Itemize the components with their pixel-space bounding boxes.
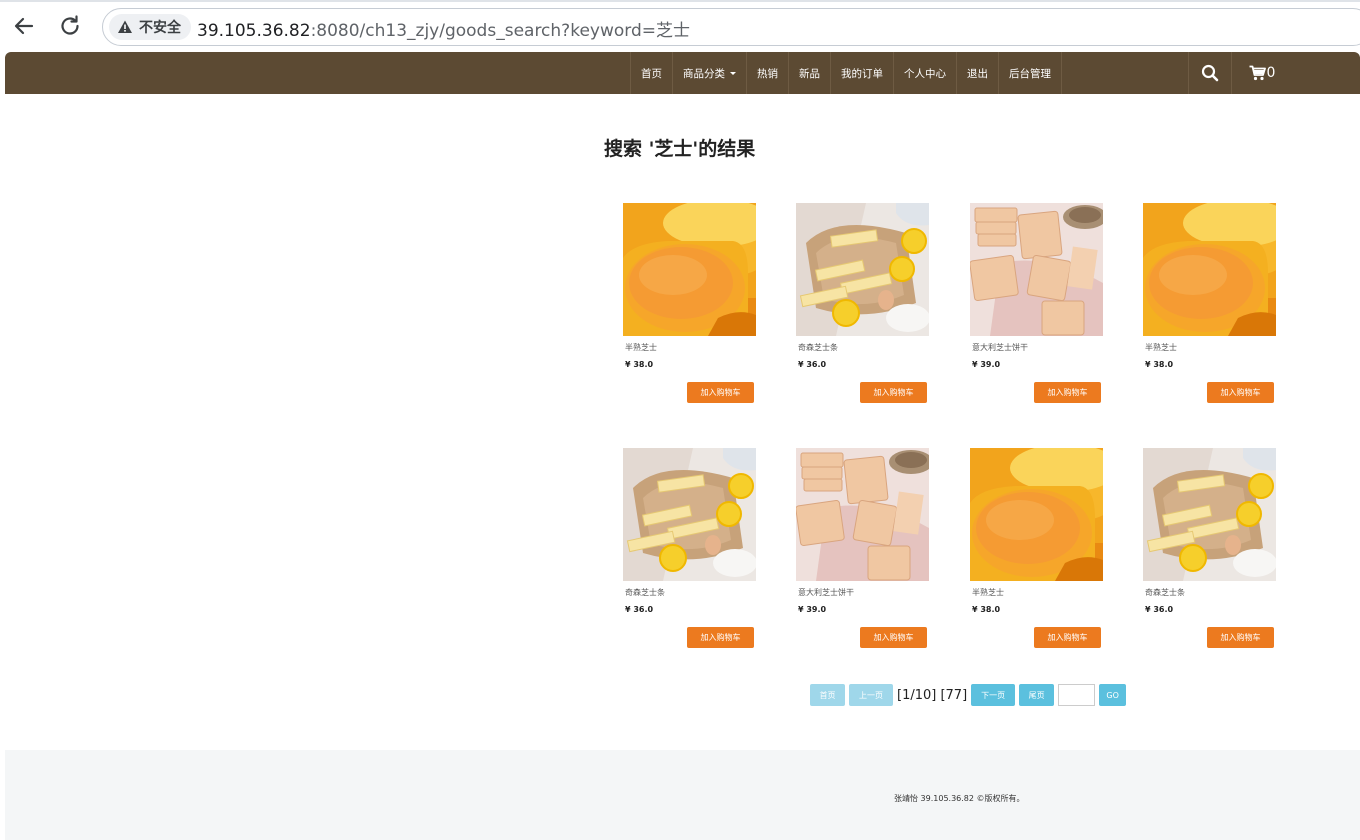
url-path: :8080/ch13_zjy/goods_search?keyword=芝士	[310, 21, 690, 41]
add-to-cart-button[interactable]: 加入购物车	[1034, 627, 1101, 648]
nav-admin[interactable]: 后台管理	[998, 52, 1062, 94]
product-price: ¥ 38.0	[972, 605, 1001, 614]
search-button[interactable]	[1188, 52, 1232, 94]
page-info: [1/10] [77]	[897, 687, 968, 703]
browser-toolbar: 不安全 39.105.36.82:8080/ch13_zjy/goods_sea…	[0, 0, 1360, 52]
prev-page-button[interactable]: 上一页	[849, 684, 893, 706]
product-price: ¥ 38.0	[625, 360, 654, 369]
product-image[interactable]	[623, 203, 756, 336]
product-image[interactable]	[970, 448, 1103, 581]
product-price: ¥ 36.0	[625, 605, 654, 614]
security-label: 不安全	[139, 20, 181, 36]
product-card: 奇森芝士条 ¥ 36.0 加入购物车	[1143, 448, 1303, 658]
product-name[interactable]: 奇森芝士条	[1145, 587, 1185, 598]
next-page-button[interactable]: 下一页	[971, 684, 1016, 706]
cart-button[interactable]: 0	[1232, 52, 1292, 94]
product-image[interactable]	[623, 448, 756, 581]
reload-icon[interactable]	[56, 12, 84, 40]
product-card: 奇森芝士条 ¥ 36.0 加入购物车	[796, 203, 956, 413]
product-card: 意大利芝士饼干 ¥ 39.0 加入购物车	[970, 203, 1130, 413]
nav-admin-label: 后台管理	[1009, 67, 1051, 80]
add-to-cart-button[interactable]: 加入购物车	[687, 627, 754, 648]
security-chip[interactable]: 不安全	[109, 14, 191, 40]
footer: 张靖怡 39.105.36.82 ©版权所有。	[5, 750, 1360, 840]
url-host: 39.105.36.82	[197, 21, 311, 41]
product-price: ¥ 38.0	[1145, 360, 1174, 369]
add-to-cart-button[interactable]: 加入购物车	[1034, 382, 1101, 403]
product-image[interactable]	[796, 203, 929, 336]
nav-logout-label: 退出	[967, 67, 988, 80]
browser-top-edge	[0, 0, 1360, 2]
search-icon	[1201, 64, 1219, 82]
main-menu: 首页 商品分类 热销 新品 我的订单 个人中心 退出 后台管理	[630, 52, 1062, 94]
product-image[interactable]	[970, 203, 1103, 336]
product-image[interactable]	[1143, 203, 1276, 336]
add-to-cart-button[interactable]: 加入购物车	[687, 382, 754, 403]
nav-orders[interactable]: 我的订单	[830, 52, 893, 94]
cart-count: 0	[1266, 65, 1276, 81]
add-to-cart-button[interactable]: 加入购物车	[1207, 627, 1274, 648]
product-price: ¥ 36.0	[798, 360, 827, 369]
product-name[interactable]: 奇森芝士条	[625, 587, 665, 598]
product-image[interactable]	[796, 448, 929, 581]
product-card: 半熟芝士 ¥ 38.0 加入购物车	[1143, 203, 1303, 413]
cart-icon	[1249, 65, 1266, 81]
url-text[interactable]: 39.105.36.82:8080/ch13_zjy/goods_search?…	[197, 16, 690, 41]
pagination: 首页 上一页 [1/10] [77] 下一页 尾页 GO	[810, 684, 1130, 706]
page-title: 搜索 '芝士'的结果	[604, 138, 756, 160]
nav-categories-label: 商品分类	[683, 67, 725, 80]
nav-home-label: 首页	[641, 67, 662, 80]
site-navbar: 首页 商品分类 热销 新品 我的订单 个人中心 退出 后台管理 0	[5, 52, 1360, 94]
address-bar[interactable]: 不安全 39.105.36.82:8080/ch13_zjy/goods_sea…	[102, 8, 1360, 46]
product-name[interactable]: 半熟芝士	[1145, 342, 1177, 353]
product-name[interactable]: 半熟芝士	[625, 342, 657, 353]
nav-new-label: 新品	[799, 67, 820, 80]
page-number-input[interactable]	[1058, 684, 1096, 706]
last-page-button[interactable]: 尾页	[1019, 684, 1055, 706]
product-card: 奇森芝士条 ¥ 36.0 加入购物车	[623, 448, 783, 658]
product-name[interactable]: 意大利芝士饼干	[798, 587, 854, 598]
go-button[interactable]: GO	[1099, 684, 1127, 706]
back-icon[interactable]	[10, 12, 38, 40]
first-page-button[interactable]: 首页	[810, 684, 845, 706]
warning-icon	[117, 19, 133, 35]
product-name[interactable]: 奇森芝士条	[798, 342, 838, 353]
product-name[interactable]: 半熟芝士	[972, 587, 1004, 598]
product-price: ¥ 39.0	[798, 605, 827, 614]
nav-profile-label: 个人中心	[904, 67, 946, 80]
product-card: 半熟芝士 ¥ 38.0 加入购物车	[970, 448, 1130, 658]
nav-orders-label: 我的订单	[841, 67, 883, 80]
footer-copyright: 张靖怡 39.105.36.82 ©版权所有。	[894, 794, 1025, 803]
product-image[interactable]	[1143, 448, 1276, 581]
product-name[interactable]: 意大利芝士饼干	[972, 342, 1028, 353]
caret-down-icon	[730, 71, 736, 75]
nav-hot-label: 热销	[757, 67, 778, 80]
product-price: ¥ 39.0	[972, 360, 1001, 369]
add-to-cart-button[interactable]: 加入购物车	[860, 382, 927, 403]
add-to-cart-button[interactable]: 加入购物车	[860, 627, 927, 648]
add-to-cart-button[interactable]: 加入购物车	[1207, 382, 1274, 403]
nav-profile[interactable]: 个人中心	[893, 52, 956, 94]
nav-hot[interactable]: 热销	[746, 52, 788, 94]
nav-home[interactable]: 首页	[630, 52, 672, 94]
product-card: 半熟芝士 ¥ 38.0 加入购物车	[623, 203, 783, 413]
product-price: ¥ 36.0	[1145, 605, 1174, 614]
product-card: 意大利芝士饼干 ¥ 39.0 加入购物车	[796, 448, 956, 658]
nav-new[interactable]: 新品	[788, 52, 830, 94]
nav-categories-dropdown[interactable]: 商品分类	[672, 52, 746, 94]
nav-logout[interactable]: 退出	[956, 52, 998, 94]
